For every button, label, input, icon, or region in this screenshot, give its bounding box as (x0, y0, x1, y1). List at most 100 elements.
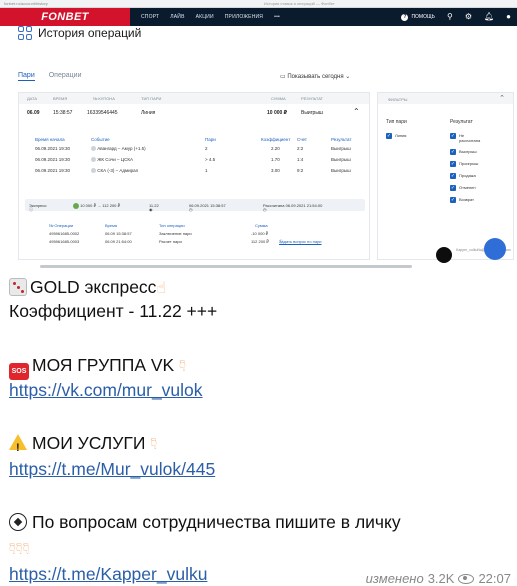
checkbox-icon: ✓ (450, 149, 456, 155)
filter-bet-type-title: Тип пари (386, 119, 407, 125)
op-time: 06.09 21:54:00 (105, 239, 132, 244)
message-line-gold: GOLD экспресс☝ (9, 276, 166, 300)
horizontal-scrollbar[interactable] (40, 265, 412, 268)
table-row[interactable]: 06.09 15:38:57 16339546445 Линия 10 000 … (19, 104, 369, 122)
show-today-dropdown[interactable]: ▭ Показывать сегодня ⌄ (280, 73, 350, 80)
bet-summary: ⓘ Экспресс: 10 000 ₽ → 112 200 ₽ ◉ 11.22… (25, 199, 365, 212)
detail-coef: 1.70 (271, 157, 280, 162)
sos-icon: SOS (9, 363, 29, 380)
bets-table: ДАТА ВРЕМЯ № КУПОНА ТИП ПАРИ СУММА РЕЗУЛ… (18, 92, 370, 260)
browser-url[interactable]: fonbet.ru/account/history (4, 1, 48, 6)
nav-item-more[interactable]: ••• (274, 14, 280, 20)
table-header: ДАТА ВРЕМЯ № КУПОНА ТИП ПАРИ СУММА РЕЗУЛ… (19, 93, 369, 104)
filter-bet-type: Тип пари ✓ Линия (386, 119, 407, 145)
details-col-score: Счет (297, 137, 307, 142)
chevron-up-icon[interactable]: ⌃ (499, 94, 505, 102)
gear-icon[interactable]: ⚙ (465, 13, 472, 21)
detail-event: ЖК Сочи – ЦСКА (91, 157, 133, 163)
details-col-start: Время начала (35, 137, 65, 142)
edited-label: изменено (365, 571, 424, 586)
hand-pointing-down-icon: 👇︎ (179, 358, 186, 375)
nav-item-live[interactable]: ЛАЙВ (170, 14, 184, 20)
detail-bet: 1 (205, 168, 208, 173)
row-coupon: 16339546445 (87, 110, 118, 116)
soccer-ball-icon (9, 513, 27, 531)
checkbox-sale[interactable]: ✓ Продажа (450, 173, 485, 179)
views-count: 3.2K (427, 571, 455, 586)
services-link[interactable]: https://t.me/Mur_vulok/445 (9, 459, 215, 479)
eye-icon (458, 573, 475, 584)
detail-start: 06.09.2021 19:30 (35, 168, 71, 173)
nav-item-sport[interactable]: СПОРТ (141, 14, 159, 20)
checkbox-cancelled[interactable]: ✓ Отменен (450, 185, 485, 191)
help-icon: ? (401, 13, 409, 21)
detail-result: Выигрыш (331, 168, 351, 173)
ops-col-time: Время (105, 223, 118, 228)
checkbox-win[interactable]: ✓ Выигрыш (450, 149, 485, 155)
operations-table: № Операции Время Тип операции Сумма 4959… (49, 223, 369, 247)
details-col-coef: Коэффициент (261, 137, 291, 142)
nav-item-apps[interactable]: ПРИЛОЖЕНИЯ (225, 14, 263, 20)
operations-row: 495961685-0003 06.09 21:54:00 Расчет пар… (49, 239, 369, 247)
checkbox-not-settled[interactable]: ✓ Не рассчитана (450, 133, 485, 143)
checkbox-loss[interactable]: ✓ Проигрыш (450, 161, 485, 167)
contact-link[interactable]: https://t.me/Kapper_vulku (9, 564, 207, 584)
collab-hands-line: 👇︎👇︎👇︎ (9, 537, 30, 561)
details-col-bet: Пари (205, 137, 216, 142)
user-icon[interactable]: ● (506, 13, 511, 21)
search-icon[interactable]: ⚲ (447, 13, 453, 21)
browser-bar: fonbet.ru/account/history История ставок… (0, 0, 517, 8)
hand-pointing-down-icon: 👇︎ (150, 436, 158, 453)
calendar-icon: ▭ (280, 74, 286, 80)
col-date: ДАТА (27, 96, 38, 101)
warning-icon (9, 434, 27, 459)
detail-coef: 3.00 (271, 168, 280, 173)
tabs: Пари Операции (18, 72, 81, 81)
row-time: 15:38:57 (53, 110, 73, 116)
filters-panel: ФИЛЬТРЫ ⌃ Тип пари ✓ Линия Результат ✓ Не … (377, 92, 514, 260)
nav-item-promos[interactable]: АКЦИИ (196, 14, 214, 20)
message-time: 22:07 (478, 571, 511, 586)
hand-pointing-up-icon: ☝ (156, 280, 167, 297)
op-id: 495961685-0002 (49, 231, 80, 236)
col-sum: СУММА (271, 96, 286, 101)
row-result: Выигрыш (301, 110, 323, 116)
detail-score: 9:2 (297, 168, 304, 173)
filters-header: ФИЛЬТРЫ ⌃ (378, 93, 513, 104)
checkbox-icon: ✓ (450, 133, 456, 139)
op-sum: 112 200 ₽ (251, 239, 269, 244)
checkbox-icon: ✓ (450, 185, 456, 191)
ops-col-id: № Операции (49, 223, 74, 228)
detail-start: 06.09.2021 19:30 (35, 157, 71, 162)
col-result: РЕЗУЛЬТАТ (301, 96, 323, 101)
services-link-line: https://t.me/Mur_vulok/445 (9, 458, 215, 480)
op-time: 06.09 15:38:57 (105, 231, 132, 236)
checkbox-refund[interactable]: ✓ Возврат (450, 197, 485, 203)
ops-col-sum: Сумма (255, 223, 268, 228)
bell-icon[interactable]: 🔔︎ (484, 13, 494, 21)
tab-bets[interactable]: Пари (18, 72, 35, 81)
embedded-screenshot: fonbet.ru/account/history История ставок… (0, 0, 517, 270)
message-line-services: МОИ УСЛУГИ 👇︎ (9, 432, 158, 459)
tab-operations[interactable]: Операции (49, 72, 82, 81)
col-type: ТИП ПАРИ (141, 96, 162, 101)
detail-coef: 2.20 (271, 146, 280, 151)
filter-result-title: Результат (450, 119, 473, 125)
row-sum: 10 000 ₽ (267, 110, 288, 116)
ask-question-link[interactable]: ⓘ Задать вопрос по пари (279, 239, 322, 244)
checkbox-line[interactable]: ✓ Линия (386, 133, 407, 139)
detail-score: 1:4 (297, 157, 304, 162)
page-header: История операций (18, 26, 141, 40)
hand-pointing-down-icon: 👇︎👇︎👇︎ (9, 541, 30, 558)
chat-fab-button[interactable] (484, 238, 506, 260)
row-type: Линия (141, 110, 156, 116)
coefficient-line: Коэффициент - 11.22 +++ (9, 301, 218, 321)
vk-group-link[interactable]: https://vk.com/mur_vulok (9, 380, 203, 400)
fonbet-logo[interactable]: FONBET (0, 8, 130, 26)
channel-avatar[interactable] (436, 247, 452, 263)
help-button[interactable]: ? ПОМОЩЬ (401, 13, 435, 21)
op-sum: -10 000 ₽ (251, 231, 269, 236)
op-id: 495961685-0003 (49, 239, 80, 244)
chevron-up-icon[interactable]: ⌃ (353, 107, 360, 116)
vk-link-line: https://vk.com/mur_vulok (9, 379, 203, 401)
